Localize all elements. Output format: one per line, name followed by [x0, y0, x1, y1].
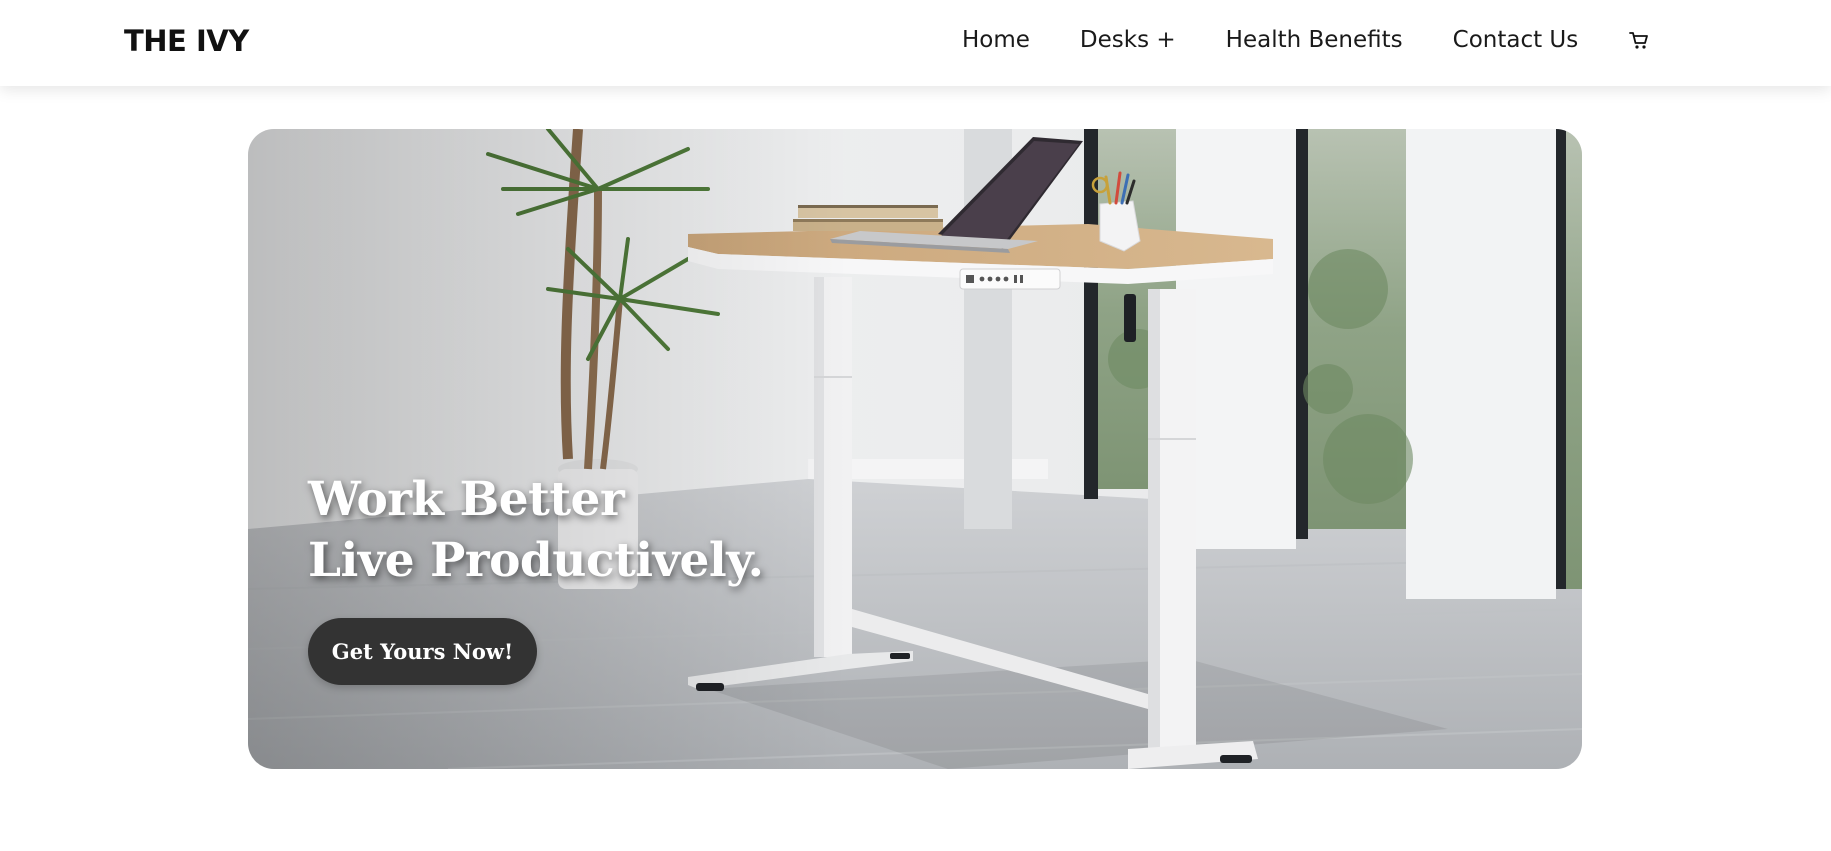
hero-headline-line1: Work Better — [308, 472, 625, 527]
nav-contact-us-link[interactable]: Contact Us — [1453, 27, 1579, 53]
hero-headline-line2: Live Productively. — [308, 533, 764, 588]
hero-banner: Work Better Live Productively. Get Yours… — [248, 129, 1582, 769]
nav-desks-dropdown[interactable]: Desks + — [1080, 27, 1176, 53]
get-yours-now-button[interactable]: Get Yours Now! — [308, 618, 537, 685]
top-navigation: THE IVY Home Desks + Health Benefits Con… — [0, 0, 1831, 86]
nav-health-benefits-link[interactable]: Health Benefits — [1226, 27, 1403, 53]
nav-home-link[interactable]: Home — [962, 27, 1030, 53]
brand-logo[interactable]: THE IVY — [124, 24, 249, 58]
cart-icon[interactable] — [1628, 29, 1650, 51]
hero-headline: Work Better Live Productively. — [308, 469, 764, 591]
nav-links: Home Desks + Health Benefits Contact Us — [962, 27, 1650, 53]
